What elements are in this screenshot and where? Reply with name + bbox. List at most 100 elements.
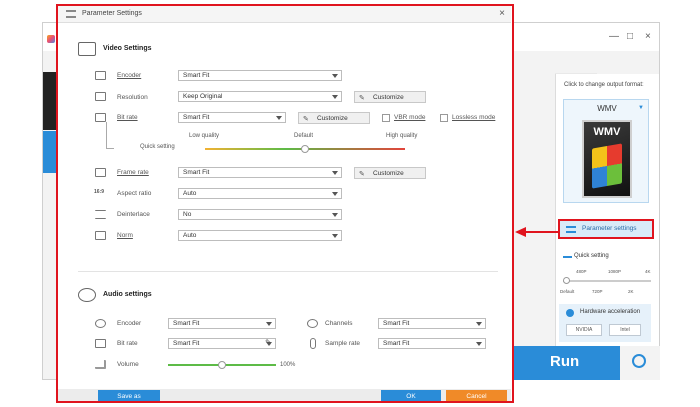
audio-encoder-value: Smart Fit <box>173 320 200 327</box>
save-as-button[interactable]: Save as <box>98 390 160 401</box>
output-format-caption: Click to change output format: <box>564 82 644 88</box>
audio-bitrate-select[interactable]: Smart Fit <box>168 338 276 349</box>
quick-setting-slider[interactable] <box>563 280 651 282</box>
video-bitrate-select[interactable]: Smart Fit <box>178 112 286 123</box>
resolution-customize-button[interactable]: ✎ Customize <box>354 91 426 103</box>
hardware-acceleration-toggle[interactable] <box>566 309 574 317</box>
video-encoder-label[interactable]: Encoder <box>117 72 141 79</box>
quality-slider-handle[interactable] <box>301 145 309 153</box>
video-bitrate-label[interactable]: Bit rate <box>117 114 138 121</box>
sliders-icon <box>66 10 76 18</box>
video-bitrate-value: Smart Fit <box>183 114 210 121</box>
chevron-down-icon <box>276 116 282 120</box>
lossless-mode-label[interactable]: Lossless mode <box>452 114 495 121</box>
alarm-clock-icon <box>632 354 646 368</box>
default-quality-label: Default <box>294 133 314 139</box>
deinterlace-select[interactable]: No <box>178 209 342 220</box>
alarm-button[interactable] <box>620 346 660 380</box>
resolution-select[interactable]: Keep Original <box>178 91 342 102</box>
video-encoder-value: Smart Fit <box>183 72 210 79</box>
audio-settings-icon <box>78 288 96 302</box>
pencil-icon: ✎ <box>359 95 365 102</box>
ok-button[interactable]: OK <box>381 390 441 401</box>
pencil-icon[interactable]: ✎ <box>265 338 272 347</box>
channels-label: Channels <box>325 320 353 327</box>
sliders-icon <box>566 226 576 233</box>
sample-rate-select[interactable]: Smart Fit <box>378 338 486 349</box>
parameter-settings-button[interactable]: Parameter settings <box>558 219 654 239</box>
volume-slider-handle[interactable] <box>218 361 226 369</box>
pencil-icon: ✎ <box>359 171 365 178</box>
frame-rate-label[interactable]: Frame rate <box>117 169 149 176</box>
quick-setting-icon <box>563 256 572 258</box>
annotation-arrow <box>525 231 558 233</box>
chevron-down-icon <box>332 234 338 238</box>
selected-item-highlight <box>43 131 57 173</box>
run-label: Run <box>550 353 580 370</box>
dialog-close-button[interactable]: × <box>499 8 505 19</box>
output-format-selector[interactable]: WMV ▼ WMV <box>563 99 649 203</box>
hardware-acceleration-label: Hardware acceleration <box>580 309 641 315</box>
chevron-down-icon: ▼ <box>638 105 644 111</box>
tick-480p: 480P <box>576 269 587 274</box>
tick-4k: 4K <box>645 269 651 274</box>
vbr-mode-label[interactable]: VBR mode <box>394 114 425 121</box>
quick-setting-slider-handle[interactable] <box>563 277 570 284</box>
audio-encoder-label: Encoder <box>117 320 142 327</box>
aspect-ratio-select[interactable]: Auto <box>178 188 342 199</box>
wmv-logo-text: WMV <box>593 126 621 138</box>
resolution-icon <box>95 92 106 101</box>
cancel-button[interactable]: Cancel <box>446 390 507 401</box>
sample-rate-label: Sample rate <box>325 340 361 347</box>
audio-bitrate-value: Smart Fit <box>173 340 200 347</box>
section-divider <box>78 271 498 272</box>
video-settings-title: Video Settings <box>103 45 152 52</box>
norm-select[interactable]: Auto <box>178 230 342 241</box>
channels-value: Smart Fit <box>383 320 410 327</box>
deinterlace-value: No <box>183 211 192 218</box>
deinterlace-label: Deinterlace <box>117 211 150 218</box>
tick-720p: 720P <box>592 289 603 294</box>
frame-rate-customize-button[interactable]: ✎ Customize <box>354 167 426 179</box>
customize-label: Customize <box>373 94 404 101</box>
chevron-down-icon <box>332 74 338 78</box>
channels-select[interactable]: Smart Fit <box>378 318 486 329</box>
frame-rate-select[interactable]: Smart Fit <box>178 167 342 178</box>
aspect-ratio-label: Aspect ratio <box>117 190 152 197</box>
chevron-down-icon <box>476 322 482 326</box>
vbr-mode-checkbox[interactable] <box>382 114 390 122</box>
maximize-button[interactable]: □ <box>627 31 633 42</box>
frame-rate-icon <box>95 168 106 177</box>
aspect-ratio-value: Auto <box>183 190 197 197</box>
hardware-acceleration-panel: Hardware acceleration NVIDIA Intel <box>559 304 651 342</box>
bitrate-customize-button[interactable]: ✎ Customize <box>298 112 370 124</box>
norm-label[interactable]: Norm <box>117 232 133 239</box>
deinterlace-icon <box>95 210 106 219</box>
pencil-icon: ✎ <box>303 116 309 123</box>
audio-encoder-select[interactable]: Smart Fit <box>168 318 276 329</box>
run-button[interactable]: Run <box>512 346 620 380</box>
volume-icon <box>95 360 106 369</box>
video-settings-icon <box>78 42 96 56</box>
sample-rate-value: Smart Fit <box>383 340 410 347</box>
wmv-format-icon: WMV <box>582 120 632 198</box>
tick-2k: 2K <box>628 289 634 294</box>
chevron-down-icon <box>332 192 338 196</box>
quick-setting-label: Quick setting <box>140 144 175 150</box>
speaker-icon <box>95 319 106 328</box>
audio-settings-title: Audio settings <box>103 291 152 298</box>
audio-bitrate-label: Bit rate <box>117 340 138 347</box>
encoder-icon <box>95 71 106 80</box>
dialog-footer: Save as OK Cancel <box>58 389 511 401</box>
minimize-button[interactable]: — <box>609 31 619 42</box>
resolution-label: Resolution <box>117 94 148 101</box>
chevron-down-icon <box>332 213 338 217</box>
chevron-down-icon <box>332 95 338 99</box>
audio-bitrate-icon <box>95 339 106 348</box>
aspect-ratio-icon: 16:9 <box>94 189 105 195</box>
app-close-button[interactable]: × <box>645 31 651 42</box>
volume-label: Volume <box>117 361 139 368</box>
high-quality-label: High quality <box>386 133 418 139</box>
lossless-mode-checkbox[interactable] <box>440 114 448 122</box>
video-encoder-select[interactable]: Smart Fit <box>178 70 342 81</box>
